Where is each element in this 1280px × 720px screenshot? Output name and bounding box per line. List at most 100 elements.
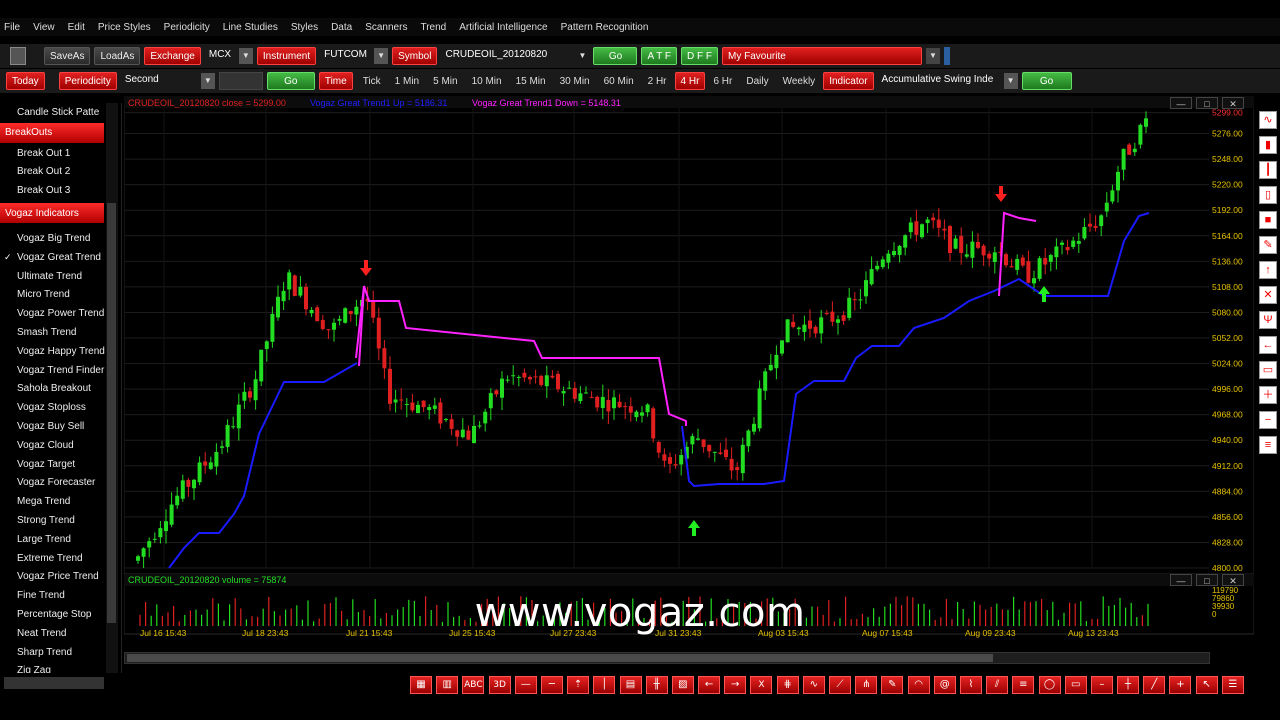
list-item[interactable]: Zig Zag bbox=[0, 662, 105, 673]
list-item[interactable]: Large Trend bbox=[0, 530, 105, 549]
go-button[interactable]: Go bbox=[266, 72, 315, 90]
list-item[interactable]: Vogaz Stoploss bbox=[0, 398, 105, 417]
list-item[interactable]: Break Out 3 bbox=[0, 181, 105, 200]
list-item[interactable]: Break Out 1 bbox=[0, 144, 105, 163]
chart-horizontal-scrollbar[interactable] bbox=[124, 652, 1210, 664]
checkbox[interactable] bbox=[4, 516, 14, 526]
checkbox[interactable] bbox=[4, 309, 14, 319]
chevron-down-icon[interactable]: ▼ bbox=[374, 48, 389, 64]
left-arrow-icon[interactable]: ← bbox=[698, 676, 721, 694]
checkbox[interactable] bbox=[4, 478, 14, 488]
go-button[interactable]: Go bbox=[1021, 72, 1072, 90]
up-arrow-icon[interactable]: ⇡ bbox=[567, 676, 590, 694]
pen-icon[interactable]: ✎ bbox=[1259, 236, 1277, 254]
menu-item-styles[interactable]: Styles bbox=[291, 22, 318, 33]
checkbox[interactable] bbox=[4, 365, 14, 375]
panel-horizontal-scrollbar[interactable] bbox=[4, 677, 104, 689]
chevron-down-icon[interactable]: ▼ bbox=[926, 48, 941, 64]
fib-icon[interactable]: ⋕ bbox=[776, 676, 799, 694]
checkbox[interactable] bbox=[4, 572, 14, 582]
price-pane[interactable] bbox=[123, 95, 1255, 575]
menu-item-edit[interactable]: Edit bbox=[68, 22, 85, 33]
chevron-down-icon[interactable]: ▼ bbox=[200, 73, 215, 89]
checkbox[interactable] bbox=[4, 534, 14, 544]
period-daily[interactable]: Daily bbox=[740, 72, 774, 90]
checkbox[interactable] bbox=[4, 234, 14, 244]
bar-icon[interactable]: ┃ bbox=[1259, 161, 1277, 179]
list-item[interactable]: Extreme Trend bbox=[0, 549, 105, 568]
right-arrow-icon[interactable]: → bbox=[724, 676, 747, 694]
menu-item-trend[interactable]: Trend bbox=[420, 22, 446, 33]
list-item[interactable]: Vogaz Big Trend bbox=[0, 229, 105, 248]
lines-icon[interactable]: ≡ bbox=[1012, 676, 1035, 694]
bars-icon[interactable]: ▥ bbox=[436, 676, 459, 694]
list-item[interactable]: Candle Stick Patte bbox=[0, 103, 105, 122]
go-button[interactable]: Go bbox=[593, 47, 638, 65]
today-button[interactable]: Today bbox=[6, 72, 45, 90]
list-item[interactable]: Vogaz Forecaster bbox=[0, 474, 105, 493]
chevron-down-icon[interactable]: ▼ bbox=[575, 48, 589, 64]
arc-icon[interactable]: ◠ bbox=[907, 676, 930, 694]
menu-item-view[interactable]: View bbox=[33, 22, 55, 33]
periodicity-input[interactable] bbox=[218, 72, 263, 90]
checkbox[interactable] bbox=[4, 553, 14, 563]
dash-icon[interactable]: – bbox=[1090, 676, 1113, 694]
period-30-min[interactable]: 30 Min bbox=[554, 72, 596, 90]
cursor-icon[interactable]: ↖ bbox=[1195, 676, 1218, 694]
fan-icon[interactable]: ⟋ bbox=[829, 676, 851, 694]
periodicity-select[interactable]: Second bbox=[121, 72, 197, 90]
checkbox[interactable] bbox=[4, 647, 14, 657]
x-icon[interactable]: ✕ bbox=[1259, 286, 1277, 304]
left-icon[interactable]: ← bbox=[1259, 336, 1277, 354]
checkbox[interactable] bbox=[4, 403, 14, 413]
chevron-down-icon[interactable]: ▼ bbox=[1003, 73, 1018, 89]
list-item[interactable]: Break Out 2 bbox=[0, 163, 105, 182]
list-item[interactable]: Vogaz Buy Sell bbox=[0, 417, 105, 436]
table-icon[interactable]: ▤ bbox=[619, 676, 642, 694]
layout-icon[interactable] bbox=[10, 47, 26, 65]
instrument-select[interactable]: FUTCOM bbox=[320, 47, 370, 65]
breakouts-header[interactable]: BreakOuts bbox=[0, 122, 104, 143]
menu-icon[interactable]: ☰ bbox=[1221, 676, 1244, 694]
chevron-down-icon[interactable]: ▼ bbox=[238, 48, 253, 64]
menu-item-price-styles[interactable]: Price Styles bbox=[98, 22, 151, 33]
list-item[interactable]: Vogaz Cloud bbox=[0, 436, 105, 455]
minus-icon[interactable]: − bbox=[1259, 411, 1277, 429]
checkbox[interactable] bbox=[4, 271, 14, 281]
rect-icon[interactable]: ▭ bbox=[1259, 361, 1277, 379]
save-as-button[interactable]: SaveAs bbox=[44, 47, 91, 65]
atf-button[interactable]: A T F bbox=[641, 47, 678, 65]
tool-3d[interactable]: 3D bbox=[488, 676, 511, 694]
trident-icon[interactable]: Ψ bbox=[1259, 311, 1277, 329]
hline-icon[interactable]: ─ bbox=[540, 676, 563, 694]
up-icon[interactable]: ↑ bbox=[1259, 261, 1277, 279]
exchange-select[interactable]: MCX bbox=[205, 47, 235, 65]
menu-item-artificial-intelligence[interactable]: Artificial Intelligence bbox=[459, 22, 547, 33]
period-1-min[interactable]: 1 Min bbox=[389, 72, 425, 90]
candle2-icon[interactable]: ▯ bbox=[1259, 186, 1277, 204]
close-icon[interactable]: ✕ bbox=[1222, 97, 1244, 109]
diag-icon[interactable]: ╱ bbox=[1143, 676, 1166, 694]
tool-abc[interactable]: ABC bbox=[462, 676, 485, 694]
checked-checkbox[interactable]: ✓ bbox=[4, 252, 14, 262]
symbol-select[interactable]: CRUDEOIL_20120820 bbox=[441, 47, 571, 65]
menu-item-periodicity[interactable]: Periodicity bbox=[164, 22, 210, 33]
load-as-button[interactable]: LoadAs bbox=[94, 47, 141, 65]
checkbox[interactable] bbox=[4, 186, 14, 196]
list-item[interactable]: Sharp Trend bbox=[0, 643, 105, 662]
plus-icon[interactable]: ＋ bbox=[1259, 386, 1277, 404]
dff-button[interactable]: D F F bbox=[681, 47, 719, 65]
period-5-min[interactable]: 5 Min bbox=[427, 72, 463, 90]
cross-vline-icon[interactable]: ┼ bbox=[1117, 676, 1140, 694]
rect-icon[interactable]: ▭ bbox=[1064, 676, 1087, 694]
pitch-icon[interactable]: ⋔ bbox=[855, 676, 878, 694]
menu-item-pattern-recognition[interactable]: Pattern Recognition bbox=[561, 22, 649, 33]
checkbox[interactable] bbox=[4, 328, 14, 338]
period-2-hr[interactable]: 2 Hr bbox=[642, 72, 673, 90]
indicator-select[interactable]: Accumulative Swing Inde bbox=[878, 72, 1000, 90]
list-item[interactable]: Ultimate Trend bbox=[0, 267, 105, 286]
checkbox[interactable] bbox=[4, 107, 14, 117]
checkbox[interactable] bbox=[4, 148, 14, 158]
tool-x[interactable]: X bbox=[750, 676, 773, 694]
vline-icon[interactable]: │ bbox=[593, 676, 616, 694]
